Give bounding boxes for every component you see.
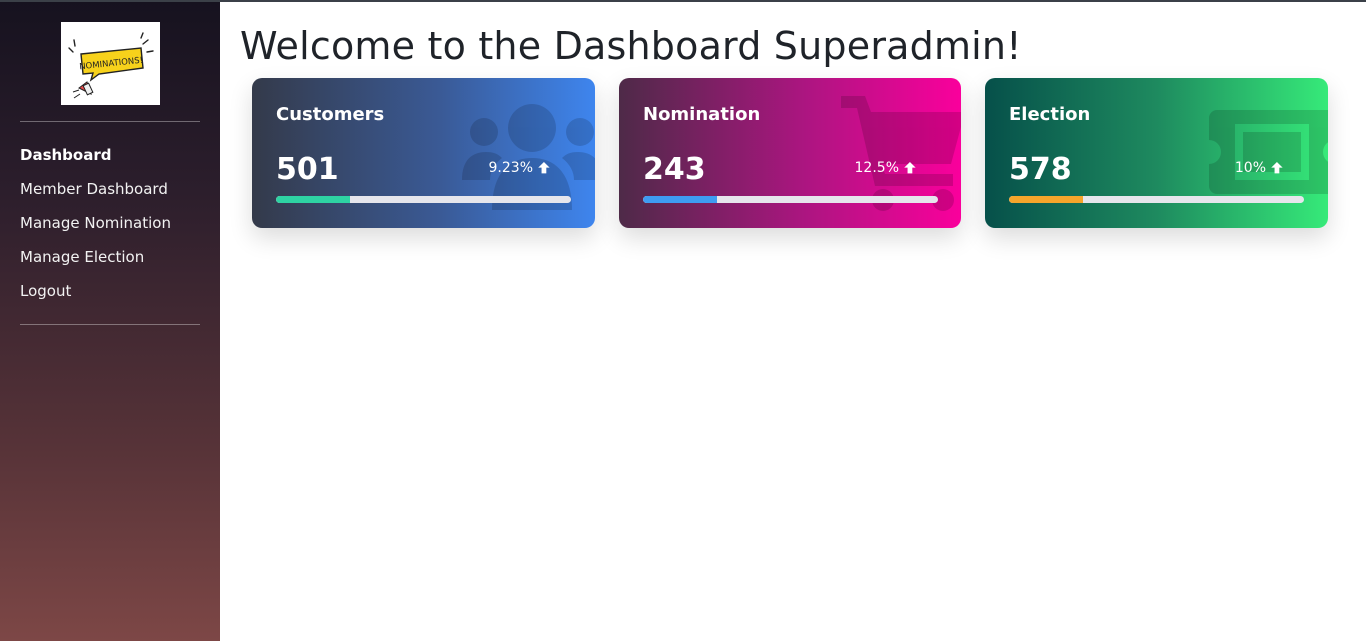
- card-value: 578: [1009, 152, 1072, 187]
- card-title: Election: [1009, 104, 1091, 125]
- window-top-border: [0, 0, 1366, 2]
- card-change: 10%: [1235, 160, 1284, 176]
- arrow-up-icon: [538, 161, 550, 174]
- sidebar-item-manage-nomination[interactable]: Manage Nomination: [20, 206, 171, 240]
- card-title: Customers: [276, 104, 385, 125]
- sidebar-item-logout[interactable]: Logout: [20, 274, 171, 308]
- cart-icon: [841, 96, 961, 211]
- arrow-up-icon: [1271, 161, 1283, 174]
- nominations-logo-icon: NOMINATIONS!: [68, 32, 154, 99]
- card-progress-bar: [276, 196, 571, 203]
- card-value: 243: [643, 152, 706, 187]
- sidebar-item-dashboard[interactable]: Dashboard: [20, 138, 171, 172]
- election-card[interactable]: Election 578 10%: [985, 78, 1328, 228]
- card-progress-bar: [1009, 196, 1304, 203]
- card-change-value: 12.5%: [854, 160, 899, 176]
- ticket-icon: [1209, 110, 1328, 194]
- card-change-value: 9.23%: [488, 160, 533, 176]
- arrow-up-icon: [904, 161, 916, 174]
- customers-card[interactable]: Customers 501 9.23%: [252, 78, 595, 228]
- card-change-value: 10%: [1234, 160, 1266, 176]
- card-progress-fill: [276, 196, 350, 203]
- sidebar-item-member-dashboard[interactable]: Member Dashboard: [20, 172, 171, 206]
- sidebar-nav: Dashboard Member Dashboard Manage Nomina…: [20, 138, 171, 308]
- logo[interactable]: NOMINATIONS!: [61, 22, 160, 105]
- card-progress-fill: [643, 196, 717, 203]
- page-title: Welcome to the Dashboard Superadmin!: [240, 24, 1022, 68]
- card-title: Nomination: [643, 104, 761, 125]
- sidebar: NOMINATIONS! Dashboard Member Dashboard …: [0, 0, 220, 641]
- card-value: 501: [276, 152, 339, 187]
- main-content: Welcome to the Dashboard Superadmin! Cus…: [220, 0, 1366, 641]
- card-change: 12.5%: [855, 160, 917, 176]
- card-change: 9.23%: [489, 160, 551, 176]
- sidebar-item-manage-election[interactable]: Manage Election: [20, 240, 171, 274]
- card-progress-fill: [1009, 196, 1083, 203]
- sidebar-divider-bottom: [20, 324, 200, 325]
- nomination-card[interactable]: Nomination 243 12.5%: [619, 78, 961, 228]
- card-progress-bar: [643, 196, 938, 203]
- sidebar-divider-top: [20, 121, 200, 122]
